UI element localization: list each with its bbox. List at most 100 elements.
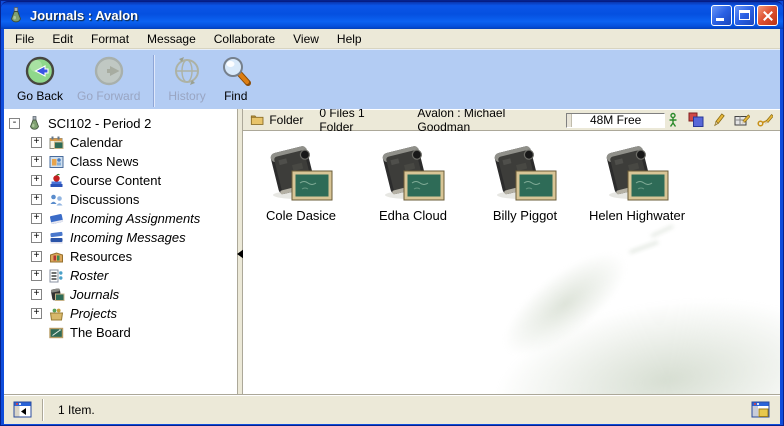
class-tree-panel: - SCI102 - Period 2 + Calendar (4, 109, 237, 394)
journal-item-helen-highwater[interactable]: Helen Highwater (581, 145, 693, 223)
layers-icon[interactable] (688, 112, 704, 128)
journal-name: Cole Dasice (266, 208, 336, 223)
expand-expander-icon[interactable]: + (31, 137, 42, 148)
title-bar: Journals : Avalon (1, 1, 783, 29)
status-bar: 1 Item. (4, 394, 780, 424)
collapse-panel-button[interactable] (4, 400, 42, 420)
layout-panel-button[interactable] (751, 400, 771, 420)
tree-item-course-content[interactable]: + Course Content (31, 171, 237, 190)
journal-item-cole-dasice[interactable]: Cole Dasice (245, 145, 357, 223)
maximize-button[interactable] (734, 5, 755, 26)
tree-item-projects[interactable]: + Projects (31, 304, 237, 323)
menu-collaborate[interactable]: Collaborate (205, 30, 284, 48)
tree-item-class-news[interactable]: + Class News (31, 152, 237, 171)
statusbar-separator (42, 399, 44, 421)
collapse-panel-icon (13, 400, 33, 420)
resources-icon (48, 249, 65, 265)
journal-book-icon (603, 145, 671, 203)
menu-message[interactable]: Message (138, 30, 205, 48)
go-back-button[interactable]: Go Back (10, 55, 70, 103)
history-button[interactable]: History (161, 55, 212, 103)
discussions-icon (48, 192, 65, 208)
tree-item-incoming-assignments[interactable]: + Incoming Assignments (31, 209, 237, 228)
menu-bar: File Edit Format Message Collaborate Vie… (4, 29, 780, 49)
expand-expander-icon[interactable]: + (31, 270, 42, 281)
journal-item-billy-piggot[interactable]: Billy Piggot (469, 145, 581, 223)
projects-icon (48, 306, 65, 322)
expand-expander-icon[interactable]: + (31, 194, 42, 205)
roster-icon (48, 268, 65, 284)
menu-view[interactable]: View (284, 30, 328, 48)
tree-item-resources[interactable]: + Resources (31, 247, 237, 266)
folder-type-label: Folder (269, 113, 303, 127)
toolbar: Go Back Go Forward History (4, 49, 780, 109)
layout-panel-icon (751, 400, 771, 420)
window-title: Journals : Avalon (30, 8, 711, 23)
item-count-label: 1 Item. (58, 403, 95, 417)
journal-item-edha-cloud[interactable]: Edha Cloud (357, 145, 469, 223)
tree-item-discussions[interactable]: + Discussions (31, 190, 237, 209)
expand-expander-icon[interactable]: + (31, 175, 42, 186)
tree-item-roster[interactable]: + Roster (31, 266, 237, 285)
history-label: History (168, 89, 205, 103)
expand-expander-icon[interactable]: + (31, 251, 42, 262)
magnifier-icon (220, 55, 252, 87)
journal-book-icon (267, 145, 335, 203)
menu-file[interactable]: File (6, 30, 43, 48)
island-watermark (487, 234, 642, 374)
infobar-tools (665, 112, 773, 128)
find-button[interactable]: Find (213, 55, 259, 103)
incoming-assignments-icon (48, 211, 65, 227)
folder-panel: Folder 0 Files 1 Folder Avalon : Michael… (243, 109, 780, 394)
minimize-button[interactable] (711, 5, 732, 26)
island-watermark (483, 282, 780, 394)
minimize-icon (716, 18, 724, 21)
key-pencil-icon[interactable] (757, 112, 773, 128)
tree-item-incoming-messages[interactable]: + Incoming Messages (31, 228, 237, 247)
calendar-icon (48, 135, 65, 151)
expand-expander-icon[interactable]: + (31, 308, 42, 319)
menu-edit[interactable]: Edit (43, 30, 82, 48)
member-icon[interactable] (665, 112, 681, 128)
toolbar-separator (153, 55, 155, 107)
app-window: Journals : Avalon File Edit Format Messa… (0, 0, 784, 426)
journal-name: Billy Piggot (493, 208, 557, 223)
tree-item-journals[interactable]: + Journals (31, 285, 237, 304)
tree-item-the-board[interactable]: The Board (31, 323, 237, 342)
chalkboard-icon (48, 325, 65, 341)
flask-icon (26, 116, 43, 132)
tree-item-calendar[interactable]: + Calendar (31, 133, 237, 152)
edit-note-icon[interactable] (734, 112, 750, 128)
watermark-squiggle (651, 225, 675, 241)
go-forward-label: Go Forward (77, 89, 140, 103)
course-content-icon (48, 173, 65, 189)
folder-icon (250, 112, 264, 128)
collapse-expander-icon[interactable]: - (9, 118, 20, 129)
journal-name: Helen Highwater (589, 208, 685, 223)
pencil-icon[interactable] (711, 112, 727, 128)
expand-expander-icon[interactable]: + (31, 289, 42, 300)
journals-icon (48, 287, 65, 303)
go-forward-button[interactable]: Go Forward (70, 55, 147, 103)
folder-info-bar: Folder 0 Files 1 Folder Avalon : Michael… (243, 109, 780, 131)
free-space-meter: 48M Free (566, 113, 665, 128)
maximize-icon (739, 10, 750, 20)
close-button[interactable] (757, 5, 778, 26)
journal-name: Edha Cloud (379, 208, 447, 223)
forward-arrow-icon (93, 55, 125, 87)
free-space-label: 48M Free (567, 113, 664, 127)
find-label: Find (224, 89, 247, 103)
journal-items: Cole Dasice (243, 131, 780, 223)
watermark-squiggle (630, 241, 661, 259)
back-arrow-icon (24, 55, 56, 87)
class-news-icon (48, 154, 65, 170)
tree-root-label: SCI102 - Period 2 (48, 116, 151, 131)
journal-book-icon (379, 145, 447, 203)
expand-expander-icon[interactable]: + (31, 156, 42, 167)
menu-help[interactable]: Help (328, 30, 371, 48)
expand-expander-icon[interactable]: + (31, 232, 42, 243)
tree-root-sci102[interactable]: - SCI102 - Period 2 (9, 114, 237, 133)
menu-format[interactable]: Format (82, 30, 138, 48)
expand-expander-icon[interactable]: + (31, 213, 42, 224)
incoming-messages-icon (48, 230, 65, 246)
